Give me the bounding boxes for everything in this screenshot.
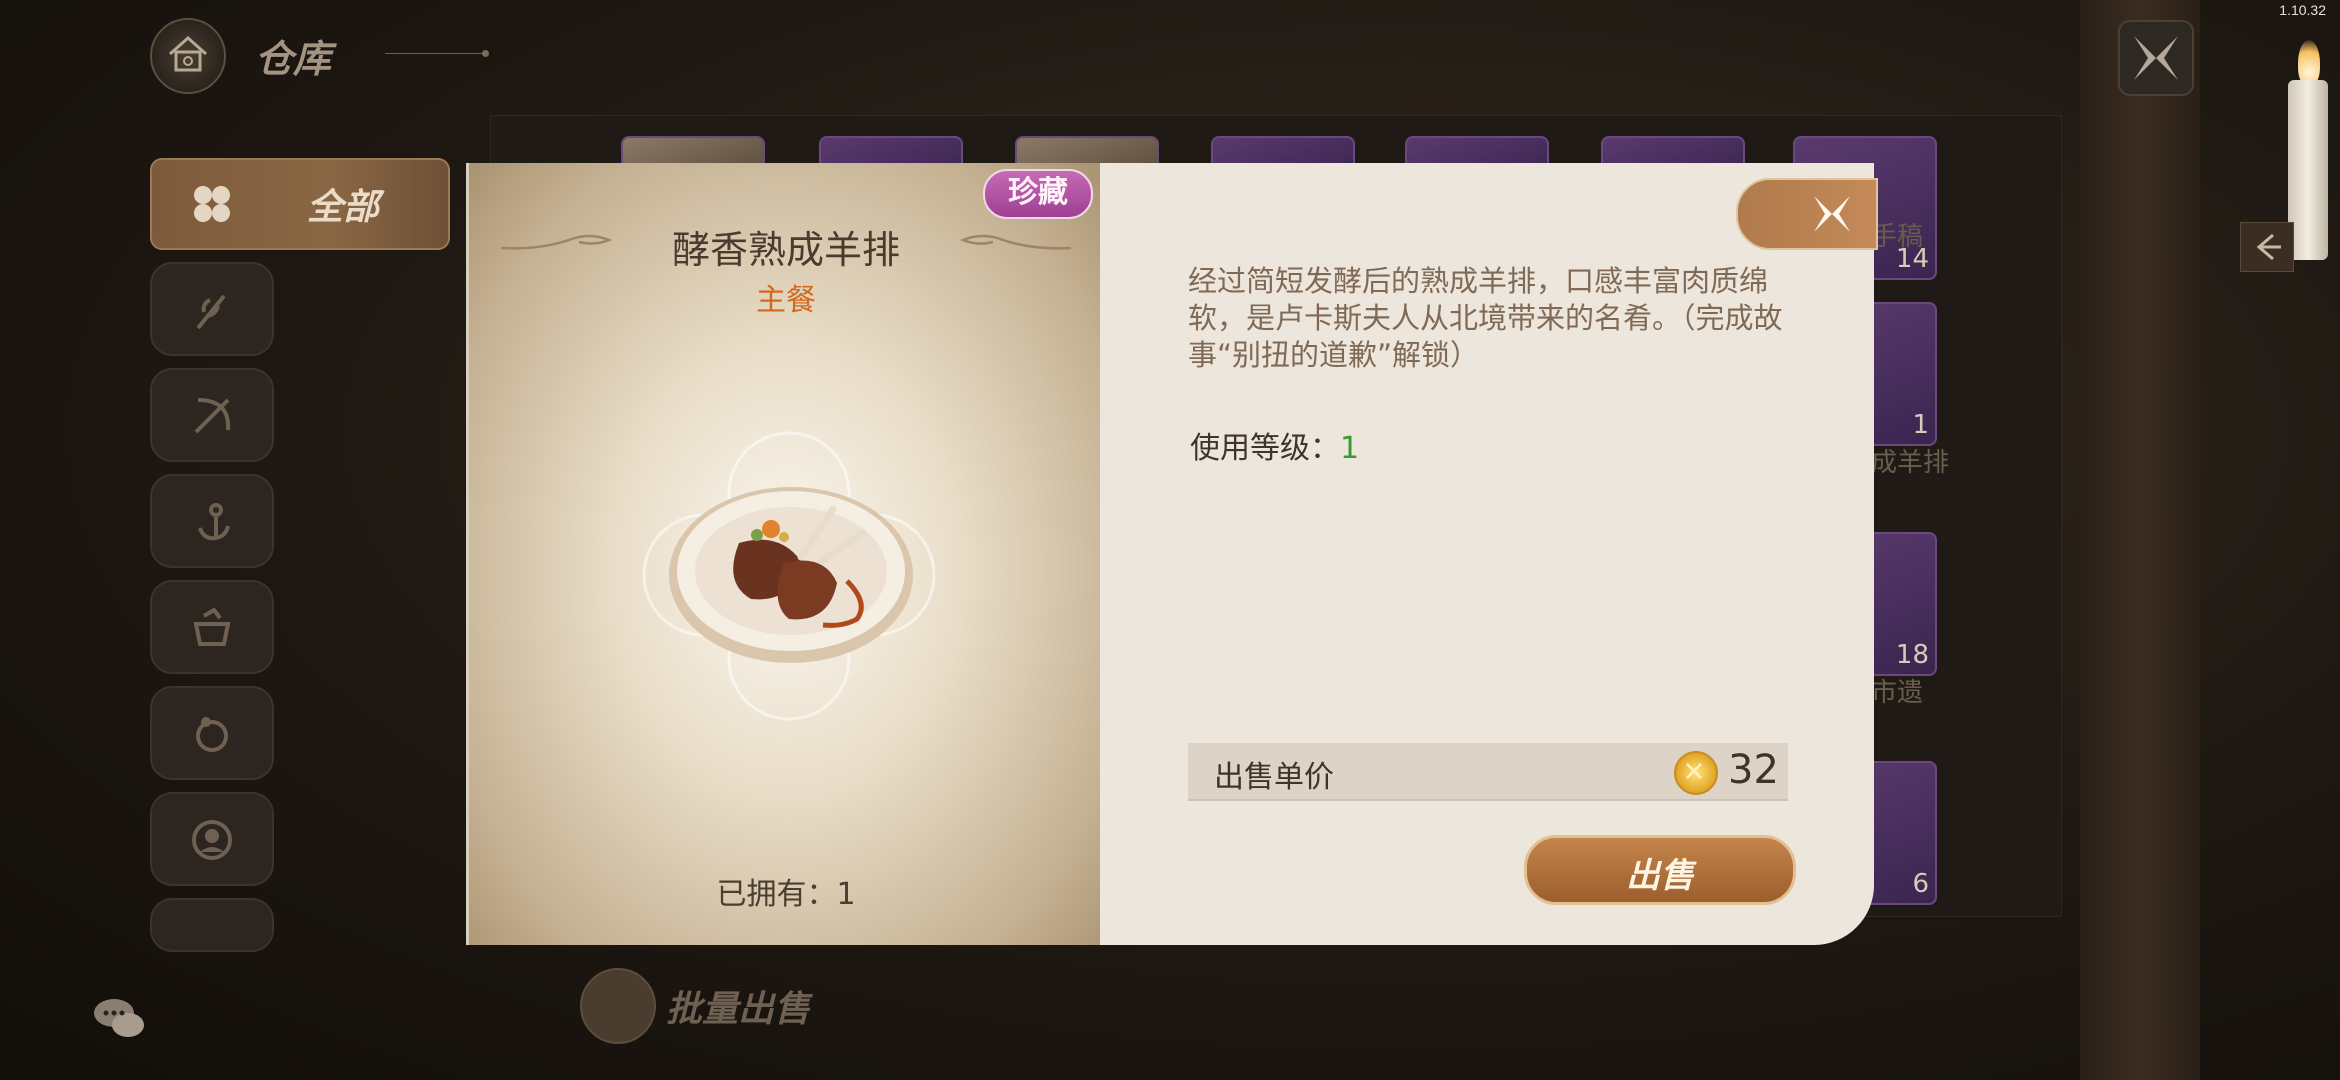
use-level-label: 使用等级： (1190, 431, 1340, 466)
chat-icon[interactable] (92, 995, 148, 1043)
use-level-value: 1 (1340, 431, 1360, 466)
title-divider-dot (482, 50, 489, 57)
sell-price-label: 出售单价 (1214, 760, 1334, 795)
coin-icon (1674, 751, 1718, 795)
category-tools[interactable] (150, 474, 274, 568)
sell-price-row: 出售单价 32 (1188, 743, 1788, 801)
modal-close-button[interactable] (1736, 178, 1878, 250)
slot-name: 手稿 (1871, 222, 1924, 252)
slot-count: 6 (1912, 869, 1929, 899)
close-icon (2134, 36, 2178, 80)
item-detail-modal: 珍藏 酵香熟成羊排 主餐 已拥有：1 经过简短发酵后的熟成羊排，口感丰富肉质绵软… (466, 163, 1878, 945)
sell-price-value: 32 (1728, 747, 1779, 793)
home-button[interactable] (150, 18, 226, 94)
category-ingredients[interactable] (150, 262, 274, 356)
bulk-sell-icon (580, 968, 656, 1044)
title-divider (385, 53, 485, 54)
top-bar: 仓库 (0, 0, 2340, 110)
close-button[interactable] (2118, 20, 2194, 96)
bulk-sell-label: 批量出售 (666, 989, 811, 1030)
slot-count: 18 (1895, 640, 1929, 670)
category-accessories[interactable] (150, 686, 274, 780)
category-all-label: 全部 (307, 187, 380, 228)
anchor-icon (198, 503, 230, 541)
ring-icon (196, 717, 228, 752)
sell-button[interactable]: 出售 (1524, 835, 1796, 905)
item-description: 经过简短发酵后的熟成羊排，口感丰富肉质绵软，是卢卡斯夫人从北境带来的名肴。（完成… (1188, 264, 1783, 372)
home-icon (169, 35, 207, 72)
item-name: 酵香熟成羊排 (671, 228, 900, 272)
item-type: 主餐 (756, 283, 816, 318)
clover-icon (194, 186, 230, 222)
category-more[interactable] (150, 898, 274, 952)
sell-button-label: 出售 (1626, 856, 1694, 896)
category-all[interactable]: 全部 (150, 158, 450, 250)
back-arrow-icon[interactable] (2240, 222, 2294, 272)
wheat-icon (196, 294, 226, 330)
close-icon (1814, 196, 1850, 232)
category-cooking[interactable] (150, 580, 274, 674)
bow-icon (194, 398, 231, 434)
slot-name: 成羊排 (1871, 448, 1950, 478)
lamb-chops-image (642, 431, 936, 721)
decorative-frame (2080, 0, 2200, 1080)
slot-name: 市遗 (1871, 678, 1924, 708)
cooking-pot-icon (193, 607, 231, 646)
category-portraits[interactable] (150, 792, 274, 886)
page-title: 仓库 (255, 37, 332, 81)
rarity-badge: 珍藏 (983, 169, 1093, 219)
use-level: 使用等级：1 (1190, 423, 1359, 467)
category-weapons[interactable] (150, 368, 274, 462)
owned-count: 已拥有：1 (716, 877, 856, 912)
slot-count: 1 (1912, 410, 1929, 440)
item-preview-panel: 珍藏 酵香熟成羊排 主餐 已拥有：1 (466, 163, 1103, 945)
category-sidebar: 全部 (145, 150, 455, 970)
portrait-icon (192, 820, 232, 860)
